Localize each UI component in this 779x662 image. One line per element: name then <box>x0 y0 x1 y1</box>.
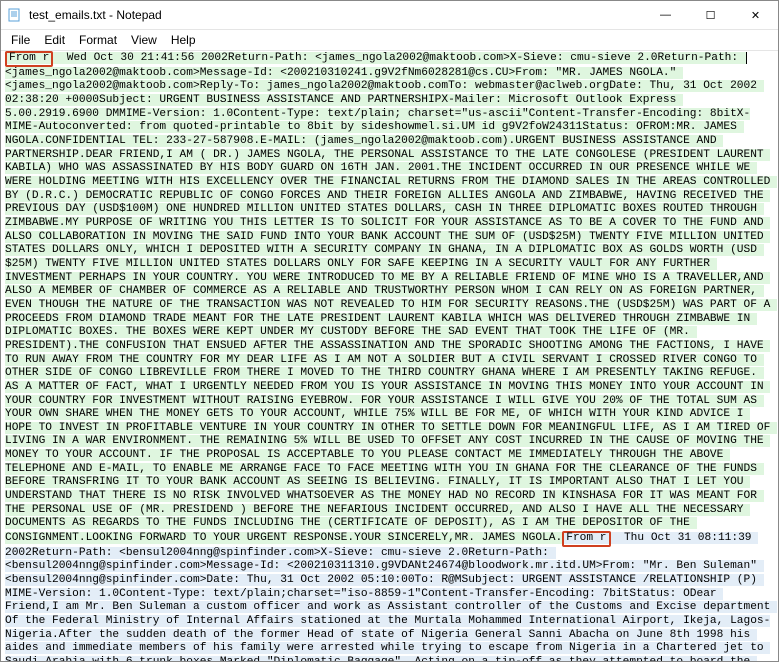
maximize-icon: ☐ <box>706 9 716 22</box>
notepad-icon <box>7 7 23 23</box>
text-caret <box>746 52 747 64</box>
minimize-button[interactable]: — <box>643 1 688 29</box>
email2-body: Thu Oct 31 08:11:39 2002Return-Path: <be… <box>5 532 777 661</box>
text-area[interactable]: From r Wed Oct 30 21:41:56 2002Return-Pa… <box>1 51 778 661</box>
email1-line1: Wed Oct 30 21:41:56 2002Return-Path: <ja… <box>53 52 745 64</box>
notepad-window: test_emails.txt - Notepad — ☐ ✕ File Edi… <box>0 0 779 662</box>
window-controls: — ☐ ✕ <box>643 1 778 29</box>
from-highlight-2: From r <box>562 531 610 547</box>
from-highlight-1: From r <box>5 51 53 67</box>
close-button[interactable]: ✕ <box>733 1 778 29</box>
menu-edit[interactable]: Edit <box>38 32 71 48</box>
titlebar: test_emails.txt - Notepad — ☐ ✕ <box>1 1 778 30</box>
email1-body: <james_ngola2002@maktoob.com>Message-Id:… <box>5 67 777 544</box>
close-icon: ✕ <box>751 9 760 22</box>
menu-format[interactable]: Format <box>73 32 123 48</box>
window-title: test_emails.txt - Notepad <box>29 8 162 22</box>
menubar: File Edit Format View Help <box>1 30 778 51</box>
menu-view[interactable]: View <box>125 32 163 48</box>
minimize-icon: — <box>660 9 671 21</box>
menu-help[interactable]: Help <box>165 32 202 48</box>
maximize-button[interactable]: ☐ <box>688 1 733 29</box>
menu-file[interactable]: File <box>5 32 36 48</box>
